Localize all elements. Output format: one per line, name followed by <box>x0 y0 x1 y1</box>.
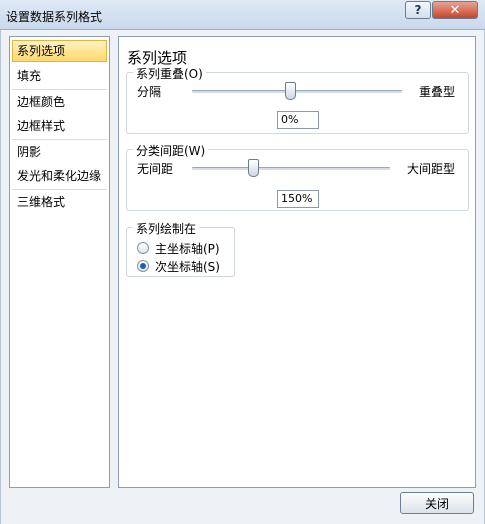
sidebar-item-3d-format[interactable]: 三维格式 <box>12 191 107 213</box>
gap-width-label: 分类间距(W) <box>133 142 209 159</box>
sidebar-divider <box>12 89 107 90</box>
secondary-axis-option[interactable]: 次坐标轴(S) <box>137 258 220 274</box>
options-panel: 系列选项 系列重叠(O) 分隔 重叠型 0% 分类间距(W) 无间距 大间距型 … <box>118 36 476 488</box>
secondary-axis-radio[interactable] <box>137 260 149 272</box>
primary-axis-label: 主坐标轴(P) <box>155 241 220 256</box>
secondary-axis-label: 次坐标轴(S) <box>155 259 220 274</box>
overlap-slider-track[interactable] <box>192 90 402 93</box>
gap-slider-track[interactable] <box>192 167 390 170</box>
overlap-left-label: 分隔 <box>137 85 162 99</box>
gap-value-input[interactable]: 150% <box>277 190 319 208</box>
title-bar: 设置数据系列格式 ? ✕ <box>0 0 485 30</box>
plot-series-on-group: 系列绘制在 主坐标轴(P) 次坐标轴(S) <box>126 220 235 277</box>
overlap-value-input[interactable]: 0% <box>277 111 319 129</box>
series-overlap-label: 系列重叠(O) <box>133 65 206 82</box>
primary-axis-option[interactable]: 主坐标轴(P) <box>137 240 220 256</box>
sidebar-item-border-color[interactable]: 边框颜色 <box>12 91 107 113</box>
window-title: 设置数据系列格式 <box>6 10 103 24</box>
sidebar-item-series-options[interactable]: 系列选项 <box>12 40 107 62</box>
close-icon[interactable]: ✕ <box>432 1 478 19</box>
plot-series-on-label: 系列绘制在 <box>133 220 200 237</box>
sidebar-item-shadow[interactable]: 阴影 <box>12 141 107 163</box>
close-button[interactable]: 关闭 <box>400 492 474 514</box>
sidebar-item-glow-soft-edges[interactable]: 发光和柔化边缘 <box>12 165 107 187</box>
overlap-right-label: 重叠型 <box>419 85 456 99</box>
sidebar-divider <box>12 189 107 190</box>
help-icon[interactable]: ? <box>405 1 431 19</box>
gap-right-label: 大间距型 <box>407 162 456 176</box>
gap-slider-thumb[interactable] <box>248 159 259 177</box>
sidebar-divider <box>12 139 107 140</box>
gap-width-group: 分类间距(W) 无间距 大间距型 150% <box>126 142 469 211</box>
primary-axis-radio[interactable] <box>137 242 149 254</box>
category-list: 系列选项 填充 边框颜色 边框样式 阴影 发光和柔化边缘 三维格式 <box>9 36 110 488</box>
dialog-body: 系列选项 填充 边框颜色 边框样式 阴影 发光和柔化边缘 三维格式 系列选项 系… <box>0 30 485 524</box>
overlap-slider-thumb[interactable] <box>285 82 296 100</box>
gap-left-label: 无间距 <box>137 162 174 176</box>
sidebar-item-border-style[interactable]: 边框样式 <box>12 115 107 137</box>
series-overlap-group: 系列重叠(O) 分隔 重叠型 0% <box>126 65 469 134</box>
sidebar-item-fill[interactable]: 填充 <box>12 65 107 87</box>
